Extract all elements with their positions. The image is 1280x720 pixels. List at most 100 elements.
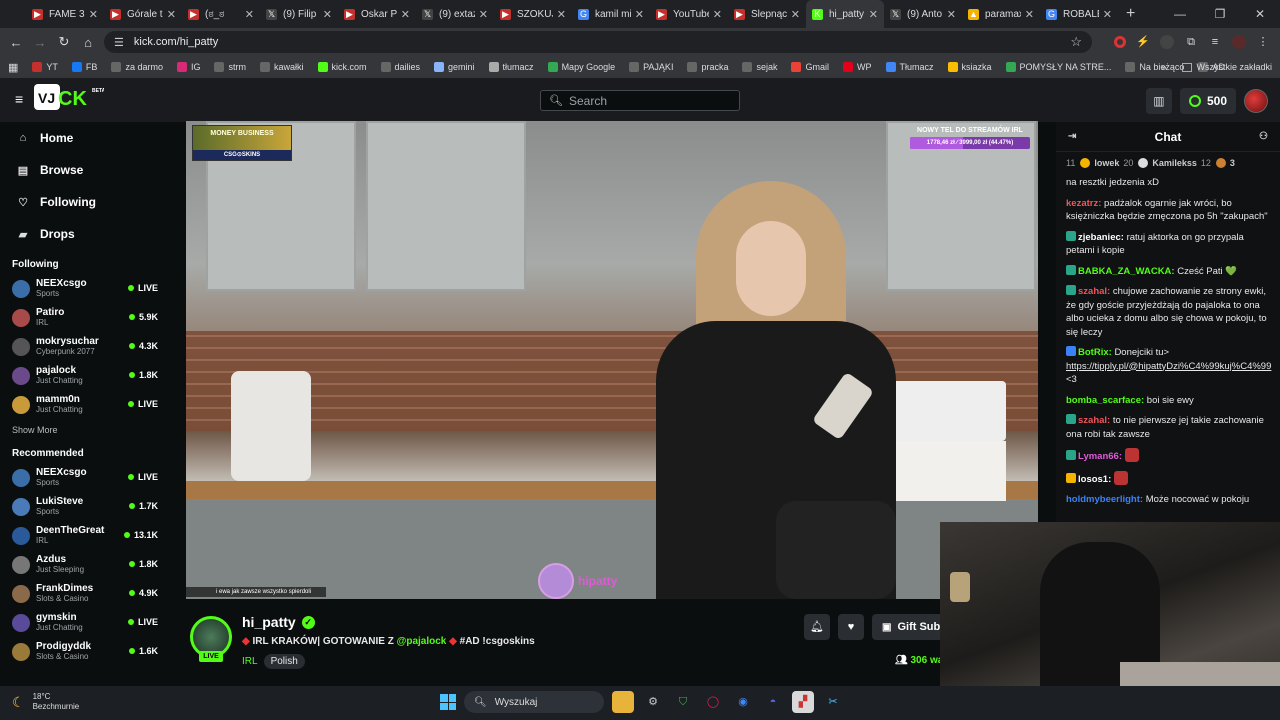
extension-icon[interactable]: ⚡ (1136, 35, 1150, 49)
close-tab-icon[interactable]: ✕ (1025, 8, 1034, 21)
chevron-right-icon[interactable]: » (1161, 62, 1166, 72)
search-input[interactable]: 🔍︎ Search (540, 90, 740, 111)
browser-tab[interactable]: ▶ (ಠ_ಠ ✕ (182, 0, 260, 28)
puzzle-icon[interactable]: ⧉ (1184, 35, 1198, 49)
chat-username[interactable]: szahal (1078, 415, 1107, 426)
weather-widget[interactable]: ☾ 18°C Bezchmurnie (12, 692, 79, 712)
collapse-chat-icon[interactable]: ⇥ (1068, 131, 1076, 142)
user-avatar[interactable] (1244, 89, 1268, 113)
browser-tab[interactable]: Khi_patty ✕ (806, 0, 884, 28)
browser-tab[interactable]: ▶ YouTube ✕ (650, 0, 728, 28)
browser-tab[interactable]: ▶ FAME 32 ✕ (26, 0, 104, 28)
profile-icon[interactable] (1232, 35, 1246, 49)
bookmark-item[interactable]: Tłumacz (885, 62, 934, 72)
browser-tab[interactable]: ▶ SZOKUJĄ ✕ (494, 0, 572, 28)
sidebar-item-home[interactable]: ⌂ Home (0, 122, 170, 154)
chat-username[interactable]: kezatrz (1066, 198, 1098, 209)
follow-heart-icon[interactable]: ♥ (838, 614, 864, 640)
chat-link[interactable]: https://tipply.pl/@hipattyDzi%C4%99kuj%C… (1066, 361, 1271, 372)
snipping-tool-icon[interactable]: ✂ (822, 691, 844, 713)
channel-row[interactable]: FrankDimes Slots & Casino 4.9K (0, 579, 170, 608)
streamer-username[interactable]: hi_patty (242, 614, 296, 630)
chat-username[interactable]: losos1 (1078, 474, 1108, 485)
channel-row[interactable]: NEEXcsgo Sports LIVE (0, 463, 170, 492)
bookmark-item[interactable]: za darmo (111, 62, 163, 72)
chat-username[interactable]: Lyman66 (1078, 451, 1119, 462)
kick-logo[interactable]: VJ CK BETA (34, 84, 106, 112)
taskbar-search[interactable]: 🔍︎ Wyszukaj (464, 691, 604, 713)
bookmark-item[interactable]: gemini (434, 62, 475, 72)
all-bookmarks[interactable]: » Wszystkie zakładki (1161, 56, 1272, 78)
channel-row[interactable]: pajalock Just Chatting 1.8K (0, 361, 170, 390)
sidebar-item-drops[interactable]: ▰ Drops (0, 218, 170, 250)
channel-row[interactable]: Azdus Just Sleeping 1.8K (0, 550, 170, 579)
capcut-icon[interactable]: ▞ (792, 691, 814, 713)
channel-row[interactable]: Patiro IRL 5.9K (0, 303, 170, 332)
chat-username[interactable]: holdmybeerlight (1066, 494, 1140, 505)
menu-dots-icon[interactable]: ⋮ (1256, 35, 1270, 49)
discord-icon[interactable]: ◓ (762, 691, 784, 713)
chat-username[interactable]: BotRix (1078, 347, 1109, 358)
chat-username[interactable]: bomba_scarface (1066, 395, 1141, 406)
channel-row[interactable]: NEEXcsgo Sports LIVE (0, 274, 170, 303)
bookmark-item[interactable]: tłumacz (488, 62, 534, 72)
clips-icon[interactable]: ▥ (1145, 88, 1172, 114)
apps-grid-icon[interactable]: ▦ (8, 61, 18, 74)
settings-app-icon[interactable]: ⚙ (642, 691, 664, 713)
bookmark-item[interactable]: YT (32, 62, 58, 72)
record-extension-icon[interactable] (1114, 36, 1126, 48)
stream-title-mention[interactable]: @pajalock (397, 636, 447, 647)
file-explorer-icon[interactable] (612, 691, 634, 713)
forward-icon[interactable]: → (28, 35, 52, 50)
browser-tab[interactable]: ▶ Oskar Pa ✕ (338, 0, 416, 28)
video-player[interactable]: MONEY BUSINESS CSG⊙SKINS NOWY TEL DO STR… (186, 121, 1038, 599)
close-tab-icon[interactable]: ✕ (479, 8, 488, 21)
bookmark-item[interactable]: pracka (687, 62, 728, 72)
close-tab-icon[interactable]: ✕ (323, 8, 332, 21)
chat-username[interactable]: szahal (1078, 286, 1107, 297)
bookmark-item[interactable]: ksiazka (947, 62, 992, 72)
new-tab-icon[interactable]: + (1126, 5, 1135, 23)
bookmark-item[interactable]: POMYSŁY NA STRE... (1005, 62, 1111, 72)
points-button[interactable]: 500 (1179, 88, 1236, 114)
channel-row[interactable]: LukiSteve Sports 1.7K (0, 492, 170, 521)
bookmark-item[interactable]: IG (176, 62, 200, 72)
channel-row[interactable]: mamm0n Just Chatting LIVE (0, 390, 170, 419)
close-window-icon[interactable]: ✕ (1240, 0, 1280, 28)
bookmark-star-icon[interactable]: ☆ (1070, 34, 1082, 50)
browser-tab[interactable]: ▶ Ślepnąc ✕ (728, 0, 806, 28)
close-tab-icon[interactable]: ✕ (947, 8, 956, 21)
close-tab-icon[interactable]: ✕ (635, 8, 644, 21)
language-tag[interactable]: Polish (263, 654, 305, 669)
browser-tab[interactable]: 𝕏 (9) Filip ✕ (260, 0, 338, 28)
browser-tab[interactable]: ▲ paramax ✕ (962, 0, 1040, 28)
url-field[interactable]: ☰ kick.com/hi_patty ☆ (104, 31, 1092, 53)
bookmark-item[interactable]: kawałki (259, 62, 304, 72)
site-info-icon[interactable]: ☰ (114, 36, 124, 49)
minimize-icon[interactable]: — (1160, 0, 1200, 28)
notification-bell-icon[interactable]: 🔔︎ (804, 614, 830, 640)
bookmark-item[interactable]: Mapy Google (547, 62, 615, 72)
bookmark-item[interactable]: sejak (742, 62, 777, 72)
bookmark-item[interactable]: Gmail (791, 62, 829, 72)
browser-tab[interactable]: ▶ Górale to ✕ (104, 0, 182, 28)
opera-icon[interactable]: ◯ (702, 691, 724, 713)
channel-row[interactable]: Prodigyddk Slots & Casino 1.6K (0, 637, 170, 666)
sidebar-item-browse[interactable]: ▤ Browse (0, 154, 170, 186)
chat-username[interactable]: BABKA_ZA_WACKA (1078, 266, 1171, 277)
chrome-icon[interactable]: ◉ (732, 691, 754, 713)
channel-row[interactable]: gymskin Just Chatting LIVE (0, 608, 170, 637)
browser-tab[interactable]: 𝕏 (9) Anto ✕ (884, 0, 962, 28)
bookmark-item[interactable]: strm (214, 62, 246, 72)
media-icon[interactable]: ≡ (1208, 35, 1222, 49)
chat-users-icon[interactable]: ⚇ (1259, 131, 1268, 142)
hamburger-menu-icon[interactable]: ≡ (15, 91, 23, 107)
browser-tab[interactable]: Gkamil mi ✕ (572, 0, 650, 28)
close-tab-icon[interactable]: ✕ (713, 8, 722, 21)
bookmark-item[interactable]: FB (71, 62, 97, 72)
close-tab-icon[interactable]: ✕ (89, 8, 98, 21)
close-tab-icon[interactable]: ✕ (791, 8, 800, 21)
back-icon[interactable]: ← (4, 35, 28, 50)
category-link[interactable]: IRL (242, 656, 258, 667)
channel-row[interactable]: DeenTheGreat IRL 13.1K (0, 521, 170, 550)
